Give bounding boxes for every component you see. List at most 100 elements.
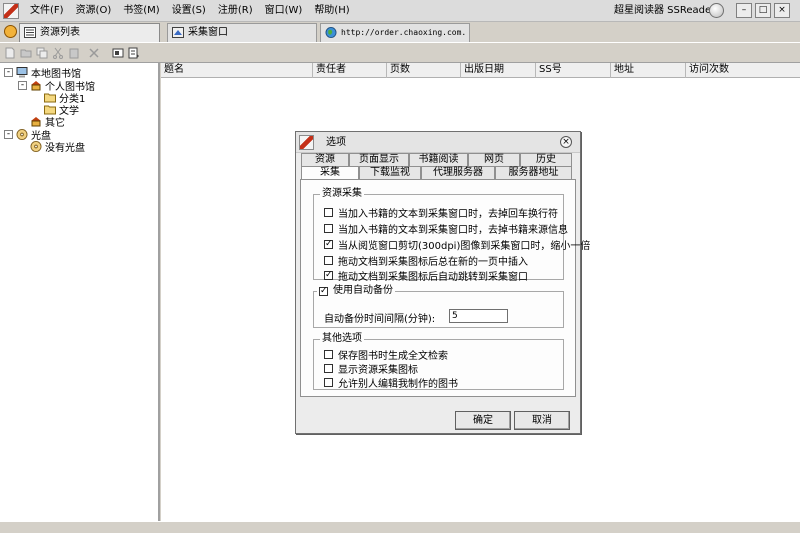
dialog-title: 选项 — [326, 137, 346, 148]
option-row[interactable]: 当加入书籍的文本到采集窗口时，去掉书籍来源信息 — [324, 222, 568, 236]
other-options-group: 其他选项 保存图书时生成全文检索 显示资源采集图标 允许别人编辑我制作的图书 — [313, 333, 564, 390]
collect-icon — [172, 27, 184, 38]
history-clock-icon[interactable] — [4, 25, 17, 38]
collect-group: 资源采集 当加入书籍的文本到采集窗口时，去掉回车换行符 当加入书籍的文本到采集窗… — [313, 188, 590, 283]
option-label: 当加入书籍的文本到采集窗口时，去掉回车换行符 — [338, 208, 558, 220]
cancel-button[interactable]: 取消 — [514, 411, 570, 430]
menu-window[interactable]: 窗口(W) — [259, 0, 309, 22]
dlg-tab-page-display[interactable]: 页面显示 — [349, 153, 409, 166]
dialog-close-button[interactable]: × — [560, 136, 572, 148]
group-label: 其他选项 — [320, 333, 364, 345]
option-checkbox[interactable] — [324, 207, 333, 217]
menu-items: 文件(F) 资源(O) 书签(M) 设置(S) 注册(R) 窗口(W) 帮助(H… — [24, 0, 356, 22]
option-checkbox[interactable] — [324, 255, 333, 265]
backup-toggle[interactable]: ✓ 使用自动备份 — [317, 285, 395, 297]
option-row[interactable]: 保存图书时生成全文检索 — [324, 348, 448, 362]
backup-checkbox[interactable]: ✓ — [319, 286, 328, 296]
tree-node-no-cd[interactable]: 没有光盘 — [30, 140, 85, 154]
column-pages[interactable]: 页数 — [387, 63, 461, 78]
cut-icon[interactable] — [52, 47, 64, 59]
tab-collect-window[interactable]: 采集窗口 — [167, 23, 317, 42]
tree-node-cd[interactable]: - 光盘 — [4, 128, 51, 142]
computer-icon — [16, 66, 28, 77]
option-row[interactable]: ✓ 当从阅览窗口剪切(300dpi)图像到采集窗口时，缩小一倍 — [324, 238, 591, 252]
menu-settings[interactable]: 设置(S) — [166, 0, 212, 22]
tab-web-page[interactable]: http://order.chaoxing.com. — [320, 23, 470, 42]
column-visit-count[interactable]: 访问次数 — [686, 63, 800, 78]
list-icon — [24, 27, 36, 38]
dlg-tab-server-address[interactable]: 服务器地址 — [495, 166, 572, 179]
option-row[interactable]: 允许别人编辑我制作的图书 — [324, 376, 458, 390]
dlg-tab-collect[interactable]: 采集 — [301, 166, 359, 180]
tab-label: 采集窗口 — [188, 27, 228, 38]
ok-button[interactable]: 确定 — [455, 411, 511, 430]
dlg-tab-book-reading[interactable]: 书籍阅读 — [409, 153, 468, 166]
tree-node-label: 没有光盘 — [45, 142, 85, 154]
collapse-toggle[interactable]: - — [4, 67, 13, 77]
option-checkbox[interactable]: ✓ — [324, 270, 333, 280]
dlg-tab-resource[interactable]: 资源 — [301, 153, 349, 166]
dlg-tab-history[interactable]: 历史 — [520, 153, 572, 166]
library-tree: - 本地图书馆 - 个人图书馆 分类1 文学 其它 - 光盘 没有光盘 — [0, 63, 160, 521]
cd-icon — [16, 128, 28, 140]
group-label: 资源采集 — [320, 188, 364, 200]
restore-button[interactable]: □ — [755, 3, 771, 18]
option-row[interactable]: 显示资源采集图标 — [324, 362, 418, 376]
option-label: 拖动文档到采集图标后自动跳转到采集窗口 — [338, 271, 528, 283]
backup-interval-label: 自动备份时间间隔(分钟): — [324, 314, 436, 325]
app-title: 超星阅读器 SSReader — [614, 5, 716, 16]
group-label: 使用自动备份 — [333, 285, 393, 296]
dialog-app-icon — [299, 135, 314, 150]
menu-file[interactable]: 文件(F) — [24, 0, 70, 22]
paste-icon[interactable] — [68, 47, 80, 59]
dlg-tab-webpage[interactable]: 网页 — [468, 153, 520, 166]
backup-interval-input[interactable] — [449, 309, 508, 323]
dlg-tab-proxy[interactable]: 代理服务器 — [421, 166, 495, 179]
view-options-icon[interactable] — [128, 47, 140, 59]
menu-register[interactable]: 注册(R) — [212, 0, 259, 22]
option-label: 保存图书时生成全文检索 — [338, 350, 448, 362]
new-icon[interactable] — [4, 47, 16, 59]
minimize-button[interactable]: – — [736, 3, 752, 18]
menu-help[interactable]: 帮助(H) — [308, 0, 355, 22]
option-checkbox[interactable]: ✓ — [324, 239, 333, 249]
column-address[interactable]: 地址 — [611, 63, 686, 78]
column-publish-date[interactable]: 出版日期 — [461, 63, 536, 78]
cd-icon — [30, 140, 42, 152]
option-label: 当从阅览窗口剪切(300dpi)图像到采集窗口时，缩小一倍 — [338, 240, 591, 252]
option-row[interactable]: 拖动文档到采集图标后总在新的一页中插入 — [324, 254, 528, 268]
collapse-toggle[interactable]: - — [4, 129, 13, 139]
option-checkbox[interactable] — [324, 363, 333, 373]
option-label: 显示资源采集图标 — [338, 364, 418, 376]
globe-icon — [325, 27, 337, 38]
column-ss-number[interactable]: SS号 — [536, 63, 611, 78]
option-checkbox[interactable] — [324, 377, 333, 387]
collapse-toggle[interactable]: - — [18, 80, 27, 90]
option-row[interactable]: ✓ 拖动文档到采集图标后自动跳转到采集窗口 — [324, 269, 528, 283]
tab-resource-list[interactable]: 资源列表 — [19, 23, 160, 42]
tree-node-other[interactable]: 其它 — [30, 115, 65, 129]
option-label: 拖动文档到采集图标后总在新的一页中插入 — [338, 256, 528, 268]
option-checkbox[interactable] — [324, 223, 333, 233]
folder-icon — [44, 93, 56, 102]
tab-label: http://order.chaoxing.com. — [341, 28, 467, 37]
option-row[interactable]: 当加入书籍的文本到采集窗口时，去掉回车换行符 — [324, 206, 558, 220]
properties-icon[interactable] — [112, 47, 124, 59]
menu-resource[interactable]: 资源(O) — [70, 0, 118, 22]
option-checkbox[interactable] — [324, 349, 333, 359]
dialog-title-bar[interactable]: 选项 × — [296, 132, 580, 153]
option-label: 当加入书籍的文本到采集窗口时，去掉书籍来源信息 — [338, 224, 568, 236]
options-dialog: 选项 × 资源 页面显示 书籍阅读 网页 历史 采集 下载监视 代理服务器 服务… — [295, 131, 590, 434]
dlg-tab-download-monitor[interactable]: 下载监视 — [359, 166, 421, 179]
close-button[interactable]: × — [774, 3, 790, 18]
online-status-icon[interactable] — [709, 3, 724, 18]
delete-icon[interactable] — [88, 47, 100, 59]
menu-bookmark[interactable]: 书签(M) — [117, 0, 165, 22]
column-author[interactable]: 责任者 — [313, 63, 387, 78]
list-header: 题名 责任者 页数 出版日期 SS号 地址 访问次数 — [161, 63, 800, 78]
column-title[interactable]: 题名 — [161, 63, 313, 78]
open-folder-icon[interactable] — [20, 47, 32, 59]
collect-tab-panel: 资源采集 当加入书籍的文本到采集窗口时，去掉回车换行符 当加入书籍的文本到采集窗… — [300, 179, 590, 397]
copy-icon[interactable] — [36, 47, 48, 59]
tree-node-local-library[interactable]: - 本地图书馆 — [4, 66, 81, 80]
